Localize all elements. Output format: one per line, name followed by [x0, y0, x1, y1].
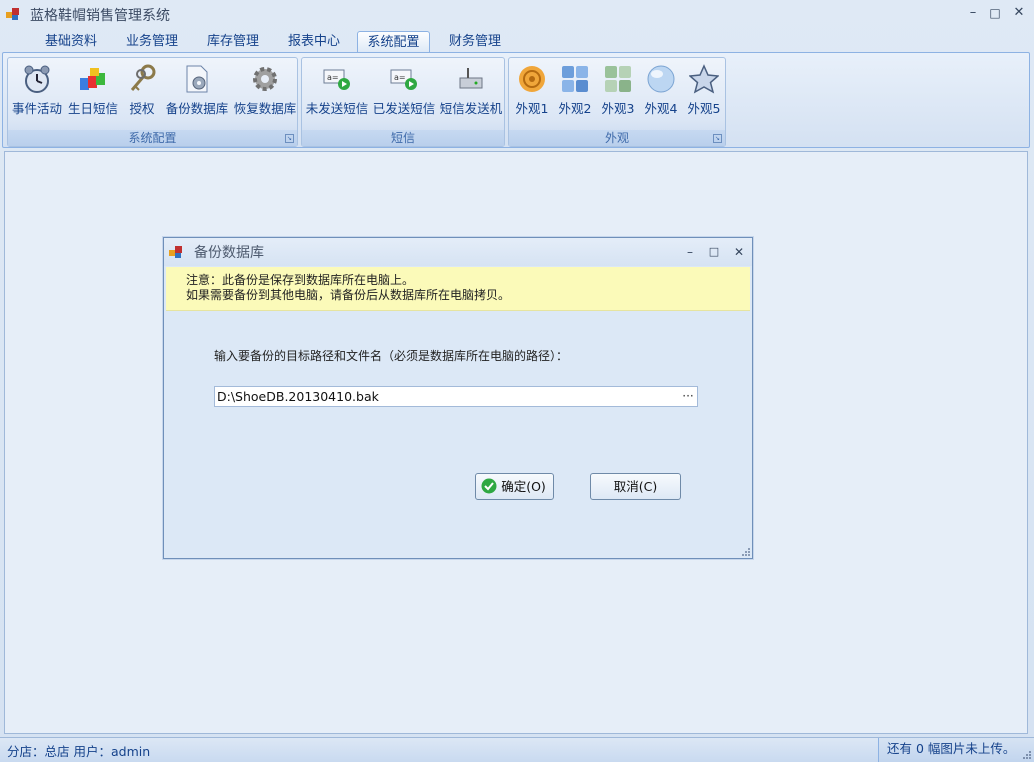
- dialog-title-bar: 备份数据库 – □ ✕: [164, 238, 752, 266]
- minimize-button[interactable]: –: [962, 4, 984, 22]
- sms-modem-icon: [459, 68, 483, 89]
- event-activity-label: 事件活动: [11, 101, 62, 116]
- birthday-sms-label: 生日短信: [67, 101, 118, 116]
- backup-database-dialog: 备份数据库 – □ ✕ 注意：此备份是保存到数据库所在电脑上。 如果需要备份到其…: [163, 237, 753, 559]
- cancel-button[interactable]: 取消(C): [590, 473, 681, 500]
- alarm-clock-icon: [24, 65, 50, 93]
- backup-db-icon: [186, 65, 208, 93]
- group-appearance: 外观1 外观2 外观3 外观4 外观5 外观 ↘: [508, 57, 726, 147]
- theme3-label: 外观3: [601, 101, 635, 116]
- theme2-button[interactable]: 外观2: [554, 60, 596, 116]
- theme1-label: 外观1: [515, 101, 549, 116]
- resize-grip-icon[interactable]: [740, 546, 750, 556]
- authorize-label: 授权: [129, 101, 155, 116]
- close-button[interactable]: ✕: [1008, 4, 1030, 22]
- ok-label: 确定(O): [501, 479, 546, 494]
- notice-line-2: 如果需要备份到其他电脑，请备份后从数据库所在电脑拷贝。: [186, 288, 511, 302]
- svg-text:a=: a=: [394, 73, 406, 82]
- maximize-button[interactable]: □: [984, 4, 1006, 22]
- theme1-button[interactable]: 外观1: [511, 60, 553, 116]
- group-sms: a= 未发送短信 a= 已发送短信 短信发送机 短信: [301, 57, 505, 147]
- backup-path-input[interactable]: D:\ShoeDB.20130410.bak ···: [214, 386, 698, 407]
- app-icon: [169, 246, 182, 258]
- keys-icon: [130, 64, 156, 91]
- cancel-label: 取消(C): [613, 479, 658, 494]
- notice-line-1: 注意：此备份是保存到数据库所在电脑上。: [186, 273, 415, 287]
- path-prompt-label: 输入要备份的目标路径和文件名（必须是数据库所在电脑的路径）：: [214, 349, 569, 363]
- group-label-appearance: 外观: [509, 130, 725, 146]
- dialog-maximize-button[interactable]: □: [704, 243, 724, 261]
- birthday-sms-button[interactable]: 生日短信: [66, 60, 120, 116]
- main-window: 蓝格鞋帽销售管理系统 – □ ✕ 基础资料 业务管理 库存管理 报表中心 系统配…: [0, 0, 1034, 762]
- theme5-label: 外观5: [687, 101, 721, 116]
- sent-sms-label: 已发送短信: [372, 101, 436, 116]
- cubes-icon: [80, 68, 105, 90]
- window-title: 蓝格鞋帽销售管理系统: [30, 8, 170, 24]
- group-label-sms: 短信: [302, 130, 504, 146]
- tab-reports[interactable]: 报表中心: [277, 31, 351, 53]
- group-launcher-system-config[interactable]: ↘: [285, 134, 294, 143]
- sphere-icon: [647, 65, 675, 93]
- ribbon-panel: 事件活动 生日短信 授权 备份数据库 恢复数据库 系统配置 ↘ a= 未发送短信…: [2, 52, 1030, 148]
- ok-button[interactable]: 确定(O): [475, 473, 554, 500]
- theme3-button[interactable]: 外观3: [597, 60, 639, 116]
- app-icon: [6, 8, 19, 20]
- tab-business[interactable]: 业务管理: [115, 31, 189, 53]
- unsent-sms-icon: a=: [323, 69, 350, 90]
- tab-system-config[interactable]: 系统配置: [357, 31, 430, 53]
- sent-sms-button[interactable]: a= 已发送短信: [372, 60, 436, 116]
- tab-finance[interactable]: 财务管理: [438, 31, 512, 53]
- restore-database-button[interactable]: 恢复数据库: [232, 60, 298, 116]
- dialog-close-button[interactable]: ✕: [729, 243, 749, 261]
- backup-database-button[interactable]: 备份数据库: [164, 60, 230, 116]
- star-icon: [689, 64, 719, 94]
- event-activity-button[interactable]: 事件活动: [10, 60, 64, 116]
- backup-path-value: D:\ShoeDB.20130410.bak: [217, 389, 379, 404]
- group-label-system-config: 系统配置: [8, 130, 297, 146]
- status-upload-text: 还有 0 幅图片未上传。: [887, 741, 1016, 756]
- dialog-minimize-button[interactable]: –: [680, 243, 700, 261]
- checkmark-icon: [481, 478, 497, 494]
- restore-database-label: 恢复数据库: [233, 101, 297, 116]
- status-bar: 分店：总店 用户：admin 还有 0 幅图片未上传。: [0, 737, 1034, 762]
- browse-button[interactable]: ···: [681, 387, 695, 406]
- theme5-button[interactable]: 外观5: [683, 60, 725, 116]
- svg-text:a=: a=: [327, 73, 339, 82]
- status-upload-info: 还有 0 幅图片未上传。: [878, 738, 1034, 762]
- authorize-button[interactable]: 授权: [122, 60, 162, 116]
- group-launcher-appearance[interactable]: ↘: [713, 134, 722, 143]
- green-tiles-icon: [605, 66, 631, 92]
- sms-modem-button[interactable]: 短信发送机: [438, 60, 504, 116]
- title-bar: 蓝格鞋帽销售管理系统 – □ ✕: [0, 0, 1034, 28]
- blue-tiles-icon: [562, 66, 588, 92]
- tab-basic-data[interactable]: 基础资料: [34, 31, 108, 53]
- gear-icon: [253, 67, 277, 91]
- status-branch-user: 分店：总店 用户：admin: [7, 744, 151, 759]
- resize-grip-icon[interactable]: [1021, 749, 1031, 759]
- unsent-sms-button[interactable]: a= 未发送短信: [304, 60, 370, 116]
- theme2-label: 外观2: [558, 101, 592, 116]
- group-system-config: 事件活动 生日短信 授权 备份数据库 恢复数据库 系统配置 ↘: [7, 57, 298, 147]
- backup-database-label: 备份数据库: [165, 101, 229, 116]
- sms-modem-label: 短信发送机: [439, 101, 503, 116]
- dialog-title: 备份数据库: [194, 245, 264, 261]
- spiral-theme-icon: [519, 66, 545, 92]
- tab-inventory[interactable]: 库存管理: [196, 31, 270, 53]
- notice-banner: 注意：此备份是保存到数据库所在电脑上。 如果需要备份到其他电脑，请备份后从数据库…: [166, 267, 750, 311]
- theme4-button[interactable]: 外观4: [640, 60, 682, 116]
- unsent-sms-label: 未发送短信: [305, 101, 369, 116]
- theme4-label: 外观4: [644, 101, 678, 116]
- sent-sms-icon: a=: [390, 69, 417, 90]
- ribbon-tabs: 基础资料 业务管理 库存管理 报表中心 系统配置 财务管理: [2, 31, 1032, 53]
